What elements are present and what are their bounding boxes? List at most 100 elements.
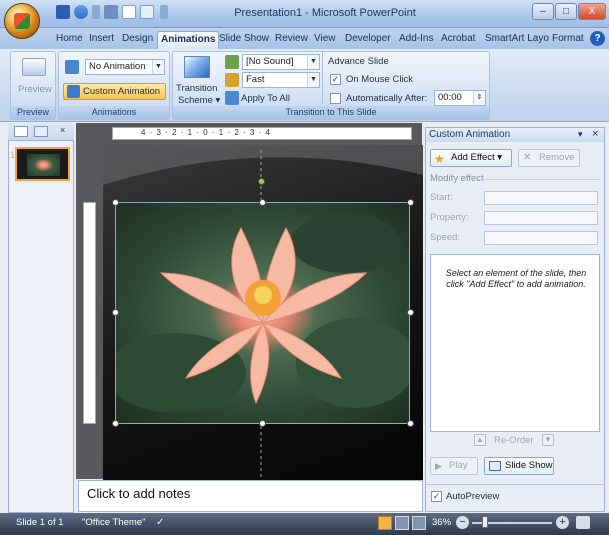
play-button[interactable]: ▶ Play <box>430 457 478 475</box>
resize-handle-left[interactable] <box>112 309 119 316</box>
transition-speed-combo[interactable]: Fast ▼ <box>242 72 320 88</box>
chevron-down-icon: ▼ <box>307 55 319 69</box>
zoom-out-icon[interactable]: − <box>456 516 469 529</box>
undo-dropdown-icon[interactable] <box>92 5 100 19</box>
close-button[interactable]: X <box>578 3 606 20</box>
slide-sorter-icon[interactable] <box>395 516 409 530</box>
transition-sound-value: [No Sound] <box>246 56 294 67</box>
tab-slide-show[interactable]: Slide Show <box>216 31 272 49</box>
tab-acrobat[interactable]: Acrobat <box>438 31 478 49</box>
close-pane-icon[interactable]: × <box>60 125 65 135</box>
spell-check-icon[interactable]: ✓ <box>156 517 164 528</box>
transition-scheme-icon <box>184 56 210 78</box>
reorder-label: Re-Order <box>494 435 534 446</box>
speed-combo[interactable] <box>484 231 598 245</box>
preview-button[interactable]: Preview <box>18 84 52 95</box>
ruler-numbers: 4 · 3 · 2 · 1 · 0 · 1 · 2 · 3 · 4 <box>141 128 271 137</box>
move-down-icon[interactable]: ▼ <box>542 434 554 446</box>
remove-label: Remove <box>539 152 575 163</box>
sound-icon <box>225 55 239 69</box>
save-icon[interactable] <box>56 5 70 19</box>
window-title: Presentation1 - Microsoft PowerPoint <box>234 7 416 19</box>
vertical-ruler <box>83 202 96 424</box>
modify-effect-heading: Modify effect <box>430 173 484 184</box>
slide-show-icon <box>489 461 501 471</box>
property-combo[interactable] <box>484 211 598 225</box>
zoom-level[interactable]: 36% <box>432 517 451 528</box>
tab-animations[interactable]: Animations <box>157 31 220 49</box>
theme-name: "Office Theme" <box>82 517 146 528</box>
undo-icon[interactable] <box>74 5 88 19</box>
fit-slide-icon[interactable] <box>576 516 590 529</box>
transition-sound-combo[interactable]: [No Sound] ▼ <box>242 54 320 70</box>
tab-add-ins[interactable]: Add-Ins <box>396 31 436 49</box>
automatically-after-checkbox[interactable] <box>330 93 341 104</box>
rotation-handle[interactable] <box>258 178 265 185</box>
resize-handle-top-left[interactable] <box>112 199 119 206</box>
pane-options-icon[interactable]: ▾ <box>578 129 583 140</box>
divider <box>478 179 600 180</box>
autopreview-checkbox[interactable]: ✓ <box>431 491 442 502</box>
tab-format[interactable]: Format <box>549 31 587 49</box>
tab-view[interactable]: View <box>311 31 339 49</box>
notes-pane[interactable]: Click to add notes <box>78 480 423 512</box>
remove-icon: ✕ <box>523 152 532 163</box>
resize-handle-bottom-right[interactable] <box>407 420 414 427</box>
tab-insert[interactable]: Insert <box>86 31 117 49</box>
tab-smartart-layout[interactable]: SmartArt Layo <box>482 31 552 49</box>
move-up-icon[interactable]: ▲ <box>474 434 486 446</box>
minimize-button[interactable]: – <box>532 3 554 20</box>
chevron-down-icon: ▼ <box>307 73 319 87</box>
slide-show-view-icon[interactable] <box>412 516 426 530</box>
help-icon[interactable]: ? <box>590 31 605 46</box>
animate-combo[interactable]: No Animation ▼ <box>85 59 165 75</box>
tab-design[interactable]: Design <box>119 31 156 49</box>
normal-view-icon[interactable] <box>378 516 392 530</box>
resize-handle-top-right[interactable] <box>407 199 414 206</box>
lotus-image[interactable] <box>115 202 410 424</box>
office-button[interactable] <box>4 3 40 39</box>
tab-developer[interactable]: Developer <box>342 31 394 49</box>
start-combo[interactable] <box>484 191 598 205</box>
resize-handle-bottom-left[interactable] <box>112 420 119 427</box>
tab-review[interactable]: Review <box>272 31 311 49</box>
outline-tab-icon[interactable] <box>34 126 48 137</box>
on-mouse-click-checkbox[interactable]: ✓ <box>330 74 341 85</box>
apply-all-icon <box>225 91 239 105</box>
apply-to-all-button[interactable]: Apply To All <box>241 93 290 104</box>
start-label: Start: <box>430 192 453 203</box>
speed-icon <box>225 73 239 87</box>
slide-show-button[interactable]: Slide Show <box>484 457 554 475</box>
auto-time-spinner[interactable]: 00:00 ⇕ <box>434 90 486 106</box>
custom-animation-icon <box>67 85 80 98</box>
tab-home[interactable]: Home <box>53 31 86 49</box>
zoom-in-icon[interactable]: + <box>556 516 569 529</box>
maximize-button[interactable]: □ <box>555 3 577 20</box>
redo-icon[interactable] <box>104 5 118 19</box>
preview-icon <box>22 58 46 76</box>
print-icon[interactable] <box>140 5 154 19</box>
transition-scheme-label-1[interactable]: Transition <box>176 83 217 94</box>
new-file-icon[interactable] <box>122 5 136 19</box>
transition-scheme-button[interactable]: Scheme ▾ <box>178 95 220 106</box>
customize-qat-icon[interactable] <box>160 5 168 19</box>
slide-thumbnail[interactable] <box>15 147 70 181</box>
close-pane-icon[interactable]: × <box>592 128 598 140</box>
zoom-slider-thumb[interactable] <box>482 516 488 528</box>
add-effect-button[interactable]: ★ Add Effect ▾ <box>430 149 512 167</box>
divider <box>426 484 604 485</box>
chevron-down-icon: ▼ <box>152 60 164 74</box>
resize-handle-top[interactable] <box>259 199 266 206</box>
remove-button[interactable]: ✕ Remove <box>518 149 580 167</box>
resize-handle-bottom[interactable] <box>259 420 266 427</box>
speed-label: Speed: <box>430 232 461 243</box>
lotus-flower-drawing <box>116 213 409 413</box>
autopreview-label: AutoPreview <box>446 491 500 502</box>
slides-tab-icon[interactable] <box>14 126 28 137</box>
slides-outline-tabs[interactable]: × <box>8 123 74 141</box>
custom-animation-button[interactable]: Custom Animation <box>63 83 166 100</box>
slide-count: Slide 1 of 1 <box>16 517 64 528</box>
resize-handle-right[interactable] <box>407 309 414 316</box>
slide-thumbnail-image <box>27 154 60 176</box>
spinner-arrows-icon[interactable]: ⇕ <box>473 91 485 105</box>
